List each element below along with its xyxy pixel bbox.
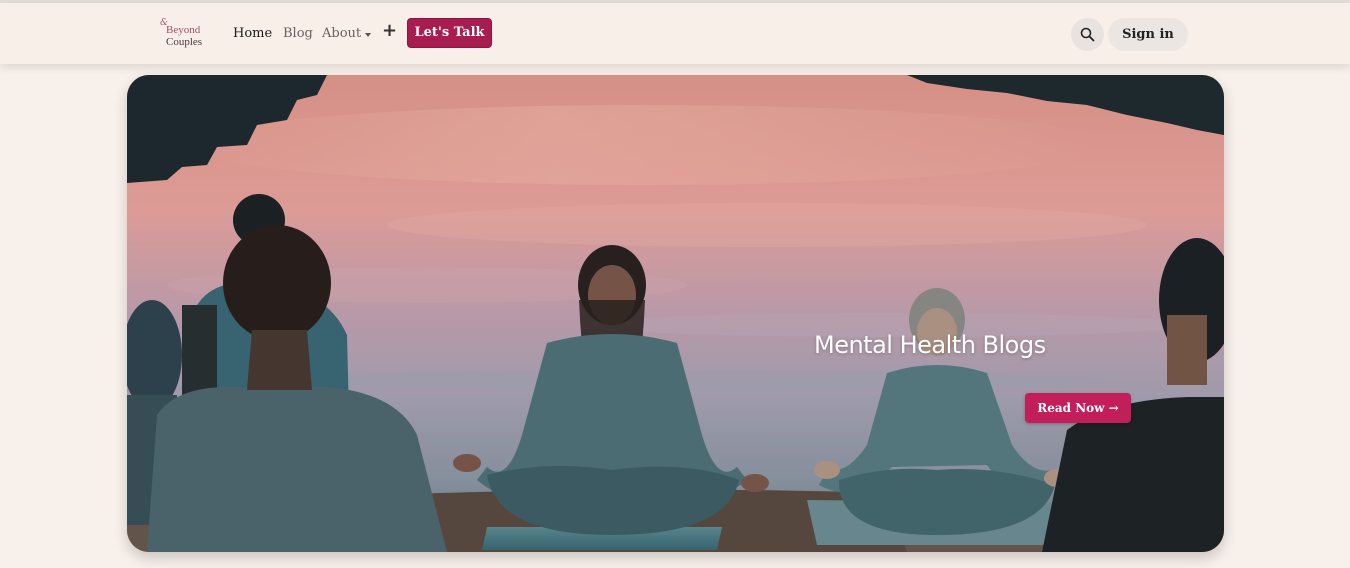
read-now-button[interactable]: Read Now → [1025,393,1131,423]
lets-talk-button[interactable]: Let's Talk [407,18,492,48]
brand-logo[interactable]: & Beyond Couples [160,18,220,52]
nav-about-dropdown[interactable]: About [322,25,361,43]
hero-image [127,75,1224,552]
chevron-down-icon[interactable] [365,33,371,37]
hero-title: Mental Health Blogs [814,331,1046,359]
logo-text-line2: Couples [166,36,203,48]
sign-in-button[interactable]: Sign in [1108,18,1188,51]
nav-blog-link[interactable]: Blog [283,25,313,43]
nav-home-link[interactable]: Home [233,25,272,43]
plus-icon[interactable]: + [382,21,397,41]
search-button[interactable] [1071,18,1104,51]
navbar: & Beyond Couples Home Blog About + Let's… [0,3,1350,64]
logo-text-line1: Beyond [166,24,201,36]
hero-banner: Mental Health Blogs Read Now → [127,75,1224,552]
search-icon [1080,27,1095,42]
